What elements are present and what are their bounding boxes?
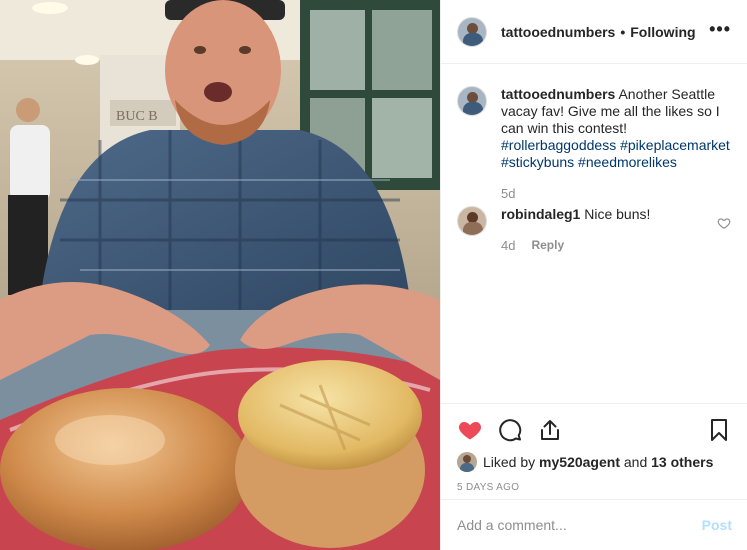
likes-prefix: Liked by [483,454,536,470]
add-comment-bar: Post [441,499,747,550]
instagram-post: BUC B tattooednumbers • Following ••• ta… [0,0,747,550]
comments-list: tattooednumbers Another Seattle vacay fa… [441,64,747,254]
post-timestamp[interactable]: 5 DAYS AGO [457,482,732,493]
comment-body: robindaleg1 Nice buns! 4d Reply [501,206,731,254]
action-icons-row [457,416,732,444]
comment-item: robindaleg1 Nice buns! 4d Reply [457,206,731,254]
comment-username[interactable]: robindaleg1 [501,206,580,222]
author-avatar[interactable] [457,16,487,47]
likes-summary: Liked by my520agent and 13 others [457,452,732,472]
comment-icon[interactable] [497,417,523,443]
comment-age: 4d [501,238,516,253]
liker-avatar[interactable] [457,452,477,472]
caption-meta: 5d [501,185,731,202]
caption-avatar[interactable] [457,86,487,116]
post-header: tattooednumbers • Following ••• [441,0,747,64]
hashtag-link[interactable]: #rollerbaggoddess [501,137,616,153]
hashtag-link[interactable]: #stickybuns [501,154,574,170]
like-comment-heart-icon[interactable] [717,216,731,230]
post-actions: Liked by my520agent and 13 others 5 DAYS… [441,403,747,493]
comment-text: Nice buns! [584,206,651,222]
post-side-panel: tattooednumbers • Following ••• tattooed… [440,0,747,550]
author-username[interactable]: tattooednumbers [501,24,615,40]
bookmark-icon[interactable] [706,417,732,443]
following-button[interactable]: Following [630,24,695,40]
caption-age: 5d [501,186,516,201]
likes-middle: and [623,454,648,470]
more-horizontal-icon[interactable]: ••• [709,20,731,38]
post-comment-button[interactable]: Post [702,517,732,533]
heart-filled-icon[interactable] [457,417,483,443]
post-photo-illustration: BUC B [0,0,440,550]
sign-text: BUC B [116,109,158,124]
share-icon[interactable] [537,417,563,443]
liker-username[interactable]: my520agent [539,454,620,470]
caption-username[interactable]: tattooednumbers [501,86,615,102]
post-photo[interactable]: BUC B [0,0,440,550]
commenter-avatar[interactable] [457,206,487,236]
hashtag-link[interactable]: #needmorelikes [578,154,677,170]
comment-meta: 4d Reply [501,237,707,254]
caption-body: tattooednumbers Another Seattle vacay fa… [501,86,731,202]
reply-button[interactable]: Reply [531,237,564,254]
add-comment-input[interactable] [457,517,702,533]
hashtag-link[interactable]: #pikeplacemarket [620,137,730,153]
header-separator: • [620,23,626,40]
likes-others-link[interactable]: 13 others [651,454,713,470]
caption: tattooednumbers Another Seattle vacay fa… [457,86,731,202]
